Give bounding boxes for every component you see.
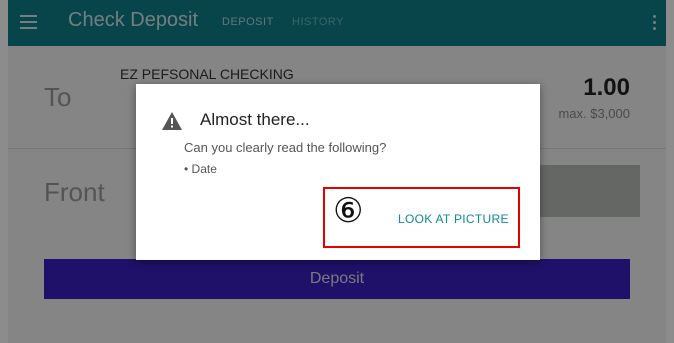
dialog-message: Can you clearly read the following? — [184, 140, 387, 155]
warning-icon — [162, 112, 182, 130]
dialog-title: Almost there... — [200, 110, 310, 129]
dialog-bullet-item: • Date — [184, 162, 217, 176]
annotation-number: ⑥ — [333, 191, 364, 231]
